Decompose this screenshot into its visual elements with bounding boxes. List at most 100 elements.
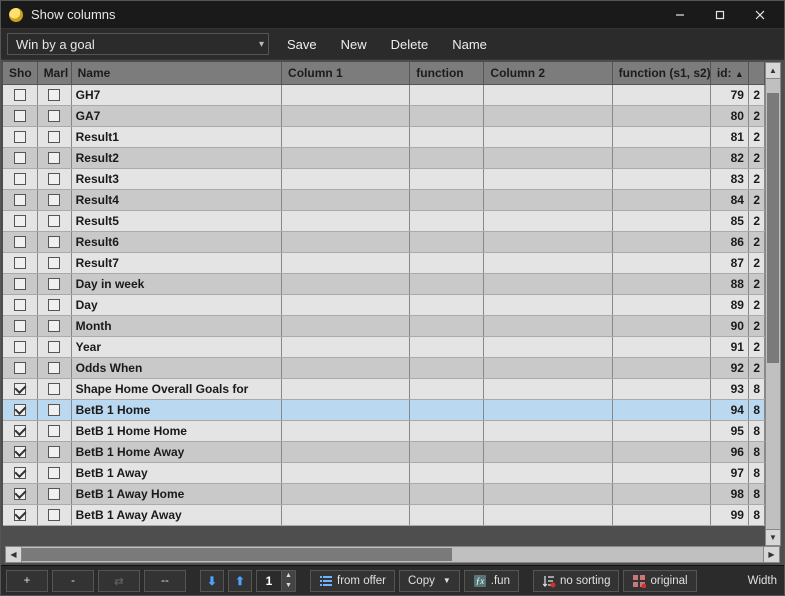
- cell-id[interactable]: 93: [710, 378, 748, 399]
- show-checkbox[interactable]: [14, 278, 26, 290]
- cell-empty[interactable]: [612, 315, 710, 336]
- cell-empty[interactable]: [484, 483, 612, 504]
- cell-empty[interactable]: [484, 294, 612, 315]
- mark-checkbox[interactable]: [48, 278, 60, 290]
- table-row[interactable]: Month902: [3, 315, 765, 336]
- cell-empty[interactable]: [612, 84, 710, 105]
- table-row[interactable]: Result5852: [3, 210, 765, 231]
- cell-empty[interactable]: [612, 273, 710, 294]
- cell-name[interactable]: Day: [71, 294, 281, 315]
- cell-id[interactable]: 90: [710, 315, 748, 336]
- add-button[interactable]: +: [6, 570, 48, 592]
- cell-empty[interactable]: [484, 441, 612, 462]
- cell-id[interactable]: 86: [710, 231, 748, 252]
- cell-empty[interactable]: [410, 462, 484, 483]
- cell-id[interactable]: 92: [710, 357, 748, 378]
- cell-extra[interactable]: 8: [748, 399, 764, 420]
- cell-name[interactable]: Day in week: [71, 273, 281, 294]
- cell-name[interactable]: Year: [71, 336, 281, 357]
- cell-extra[interactable]: 2: [748, 336, 764, 357]
- cell-name[interactable]: Result2: [71, 147, 281, 168]
- show-checkbox[interactable]: [14, 110, 26, 122]
- cell-empty[interactable]: [282, 231, 410, 252]
- show-checkbox[interactable]: [14, 341, 26, 353]
- cell-empty[interactable]: [612, 336, 710, 357]
- cell-extra[interactable]: 8: [748, 441, 764, 462]
- cell-empty[interactable]: [282, 504, 410, 525]
- cell-empty[interactable]: [282, 420, 410, 441]
- save-action[interactable]: Save: [287, 37, 317, 52]
- show-checkbox[interactable]: [14, 257, 26, 269]
- table-row[interactable]: Result7872: [3, 252, 765, 273]
- cell-id[interactable]: 80: [710, 105, 748, 126]
- cell-empty[interactable]: [410, 336, 484, 357]
- cell-empty[interactable]: [612, 462, 710, 483]
- cell-extra[interactable]: 2: [748, 84, 764, 105]
- cell-empty[interactable]: [612, 252, 710, 273]
- cell-extra[interactable]: 2: [748, 168, 764, 189]
- delete-action[interactable]: Delete: [391, 37, 429, 52]
- cell-empty[interactable]: [282, 441, 410, 462]
- cell-name[interactable]: Result5: [71, 210, 281, 231]
- table-row[interactable]: Day in week882: [3, 273, 765, 294]
- cell-extra[interactable]: 2: [748, 210, 764, 231]
- cell-name[interactable]: BetB 1 Away Home: [71, 483, 281, 504]
- cell-extra[interactable]: 2: [748, 231, 764, 252]
- cell-empty[interactable]: [612, 147, 710, 168]
- cell-empty[interactable]: [282, 357, 410, 378]
- column-header-name[interactable]: Name: [71, 62, 281, 84]
- minimize-button[interactable]: [660, 1, 700, 29]
- column-header-extra[interactable]: [748, 62, 764, 84]
- table-row[interactable]: GA7802: [3, 105, 765, 126]
- close-button[interactable]: [740, 1, 780, 29]
- cell-empty[interactable]: [612, 168, 710, 189]
- cell-id[interactable]: 99: [710, 504, 748, 525]
- show-checkbox[interactable]: [14, 194, 26, 206]
- cell-empty[interactable]: [282, 210, 410, 231]
- table-row[interactable]: Result2822: [3, 147, 765, 168]
- fun-button[interactable]: ƒx .fun: [464, 570, 519, 592]
- mark-checkbox[interactable]: [48, 215, 60, 227]
- mark-checkbox[interactable]: [48, 467, 60, 479]
- cell-extra[interactable]: 8: [748, 378, 764, 399]
- cell-extra[interactable]: 2: [748, 294, 764, 315]
- cell-empty[interactable]: [282, 315, 410, 336]
- scroll-left-button[interactable]: ◀: [6, 547, 22, 562]
- cell-id[interactable]: 97: [710, 462, 748, 483]
- cell-empty[interactable]: [282, 462, 410, 483]
- cell-empty[interactable]: [410, 147, 484, 168]
- show-checkbox[interactable]: [14, 173, 26, 185]
- cell-id[interactable]: 81: [710, 126, 748, 147]
- show-checkbox[interactable]: [14, 362, 26, 374]
- mark-checkbox[interactable]: [48, 89, 60, 101]
- from-offer-button[interactable]: from offer: [310, 570, 395, 592]
- mark-checkbox[interactable]: [48, 152, 60, 164]
- cell-empty[interactable]: [484, 210, 612, 231]
- cell-empty[interactable]: [410, 105, 484, 126]
- cell-name[interactable]: GH7: [71, 84, 281, 105]
- cell-empty[interactable]: [484, 357, 612, 378]
- cell-empty[interactable]: [612, 231, 710, 252]
- cell-empty[interactable]: [410, 420, 484, 441]
- cell-id[interactable]: 79: [710, 84, 748, 105]
- mark-checkbox[interactable]: [48, 131, 60, 143]
- horizontal-scrollbar[interactable]: ◀ ▶: [5, 546, 780, 563]
- cell-empty[interactable]: [612, 378, 710, 399]
- cell-name[interactable]: GA7: [71, 105, 281, 126]
- cell-empty[interactable]: [282, 126, 410, 147]
- cell-empty[interactable]: [410, 210, 484, 231]
- cell-id[interactable]: 84: [710, 189, 748, 210]
- show-checkbox[interactable]: [14, 425, 26, 437]
- table-row[interactable]: Result1812: [3, 126, 765, 147]
- cell-empty[interactable]: [484, 168, 612, 189]
- swap-button[interactable]: ⇄: [98, 570, 140, 592]
- cell-name[interactable]: Result4: [71, 189, 281, 210]
- cell-empty[interactable]: [410, 357, 484, 378]
- column-header-col1[interactable]: Column 1: [282, 62, 410, 84]
- show-checkbox[interactable]: [14, 320, 26, 332]
- cell-empty[interactable]: [410, 84, 484, 105]
- mark-checkbox[interactable]: [48, 110, 60, 122]
- cell-empty[interactable]: [484, 462, 612, 483]
- cell-id[interactable]: 96: [710, 441, 748, 462]
- cell-empty[interactable]: [282, 273, 410, 294]
